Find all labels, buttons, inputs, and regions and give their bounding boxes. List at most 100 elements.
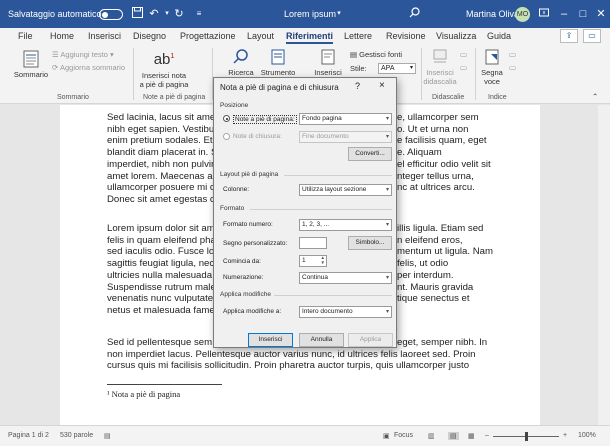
ribbon-display-icon[interactable] — [536, 6, 552, 22]
tab-home[interactable]: Home — [50, 31, 74, 41]
tab-guida[interactable]: Guida — [487, 31, 511, 41]
footnote-text[interactable]: ¹ Nota a piè di pagina — [107, 389, 180, 399]
sommario-button[interactable]: Sommario — [11, 50, 51, 79]
applica-button[interactable]: Applica — [348, 333, 393, 347]
maximize-icon[interactable]: □ — [575, 6, 591, 22]
simbolo-button[interactable]: Simbolo... — [348, 236, 392, 250]
gestisci-fonti-button[interactable]: ▤ Gestisci fonti — [350, 50, 402, 59]
note-chiusura-value: Fine documento — [302, 133, 349, 140]
zoom-out-icon[interactable]: – — [485, 432, 489, 439]
section-divider — [274, 295, 392, 296]
group-label-note: Note a piè di pagina — [143, 94, 206, 101]
focus-label[interactable]: Focus — [394, 432, 413, 439]
print-layout-icon[interactable]: ▤ — [448, 432, 459, 440]
section-divider — [284, 175, 392, 176]
radio-note-pie[interactable] — [223, 115, 230, 122]
stile-select[interactable]: APA ▾ — [378, 63, 416, 74]
avatar[interactable]: MO — [515, 7, 530, 22]
collapse-ribbon-icon[interactable]: ⌃ — [592, 92, 598, 101]
caption-small-icon-2[interactable]: ▭ — [460, 63, 467, 72]
tab-layout[interactable]: Layout — [247, 31, 274, 41]
tab-file[interactable]: File — [18, 31, 33, 41]
numerazione-select[interactable]: Continua ▾ — [299, 272, 392, 284]
strumento-button[interactable]: Strumento — [258, 48, 298, 77]
focus-icon[interactable]: ▣ — [383, 432, 390, 440]
tab-inserisci[interactable]: Inserisci — [88, 31, 121, 41]
segno-personalizzato-input[interactable] — [299, 237, 327, 249]
segna-voce-label-2: voce — [484, 77, 500, 86]
citation-icon — [321, 49, 335, 65]
text-line: o. Ut et urna non — [397, 123, 469, 135]
save-icon[interactable] — [130, 7, 144, 21]
text-line: nt. Mauris gravida — [397, 281, 474, 293]
title-dropdown-icon[interactable]: ▾ — [332, 7, 346, 21]
segno-personalizzato-label: Segno personalizzato: — [223, 240, 288, 247]
tab-progettazione[interactable]: Progettazione — [180, 31, 236, 41]
converti-button[interactable]: Converti... — [348, 147, 392, 161]
note-pie-label[interactable]: Note a piè di pagina: — [233, 115, 297, 124]
customize-toolbar-icon[interactable]: ≡ — [192, 7, 206, 21]
tab-disegno[interactable]: Disegno — [133, 31, 166, 41]
footnote-icon: ab1 — [153, 51, 175, 68]
aggiungi-testo-label: Aggiungi testo — [60, 50, 108, 59]
applica-select[interactable]: Intero documento ▾ — [299, 306, 392, 318]
caption-icon — [433, 49, 447, 63]
group-label-didascalie: Didascalie — [432, 94, 465, 101]
zoom-in-icon[interactable]: + — [563, 432, 567, 439]
text-line: nc at ultrices arcu. — [397, 182, 475, 194]
radio-note-chiusura[interactable] — [223, 133, 230, 140]
inserisci-button[interactable]: Inserisci — [248, 333, 293, 347]
close-icon[interactable]: × — [379, 80, 385, 91]
segna-voce-button[interactable]: Segna voce — [478, 48, 506, 86]
share-icon[interactable]: ⇪ — [560, 29, 578, 43]
gestisci-fonti-label: Gestisci fonti — [359, 50, 403, 59]
inserisci-nota-button[interactable]: ab1 Inserisci nota a piè di pagina — [138, 48, 190, 89]
redo-icon[interactable]: ↻ — [172, 7, 186, 21]
caption-small-icon[interactable]: ▭ — [460, 50, 467, 59]
inserisci-nota-label-2: a piè di pagina — [139, 80, 189, 89]
note-pie-select[interactable]: Fondo pagina ▾ — [299, 113, 392, 125]
aggiorna-sommario-button[interactable]: ⟳ Aggiorna sommario — [52, 63, 125, 72]
zoom-slider-thumb[interactable] — [525, 432, 528, 441]
tab-riferimenti[interactable]: Riferimenti — [286, 31, 334, 44]
web-layout-icon[interactable]: ▦ — [468, 432, 475, 440]
paragraph-1-right: e, ullamcorper sem o. Ut et urna non e f… — [397, 112, 507, 194]
user-name: Martina Oliva — [466, 9, 520, 19]
formato-numero-select[interactable]: 1, 2, 3, ... ▾ — [299, 219, 392, 231]
page-count[interactable]: Pagina 1 di 2 — [8, 432, 49, 439]
inserisci-citazione-button[interactable]: Inserisci — [312, 48, 344, 77]
proofing-icon[interactable]: ▤ — [104, 432, 111, 440]
text-line: felis, ut odio — [397, 258, 449, 270]
comments-icon[interactable]: ▭ — [583, 29, 601, 43]
text-line: mentum ut ligula. Nam — [397, 246, 493, 258]
read-mode-icon[interactable]: ▥ — [428, 432, 435, 440]
section-applica: Applica modifiche — [220, 291, 271, 298]
close-icon[interactable]: ✕ — [593, 6, 609, 22]
search-icon[interactable] — [407, 7, 421, 21]
annulla-button[interactable]: Annulla — [299, 333, 344, 347]
spin-arrows-icon[interactable]: ▲ ▼ — [321, 255, 325, 265]
undo-icon[interactable]: ↶ — [147, 7, 161, 21]
aggiungi-testo-button[interactable]: ☰ Aggiungi testo ▾ — [52, 50, 114, 59]
tab-visualizza[interactable]: Visualizza — [436, 31, 476, 41]
inserisci-didascalia-button[interactable]: Inserisci didascalia — [423, 48, 457, 86]
word-count[interactable]: 530 parole — [60, 432, 93, 439]
tab-lettere[interactable]: Lettere — [344, 31, 372, 41]
note-chiusura-select[interactable]: Fine documento ▾ — [299, 131, 392, 143]
text-line: n eleifend eros, — [397, 234, 463, 246]
index-small-icon[interactable]: ▭ — [509, 50, 516, 59]
ricerca-button[interactable]: Ricerca — [226, 48, 256, 77]
section-divider — [250, 209, 392, 210]
help-icon[interactable]: ? — [355, 81, 360, 91]
comincia-stepper[interactable]: 1 ▲ ▼ — [299, 255, 327, 267]
autosave-toggle[interactable] — [99, 9, 123, 20]
zoom-level[interactable]: 100% — [578, 432, 596, 439]
vertical-scrollbar[interactable] — [598, 105, 610, 425]
minimize-icon[interactable]: – — [556, 6, 572, 22]
chevron-down-icon: ▾ — [385, 275, 389, 281]
tab-revisione[interactable]: Revisione — [386, 31, 426, 41]
index-small-icon-2[interactable]: ▭ — [509, 63, 516, 72]
colonne-select[interactable]: Utilizza layout sezione ▾ — [299, 184, 392, 196]
text-line: eget, semper nibh. In — [397, 337, 488, 348]
note-pie-value: Fondo pagina — [302, 115, 342, 122]
